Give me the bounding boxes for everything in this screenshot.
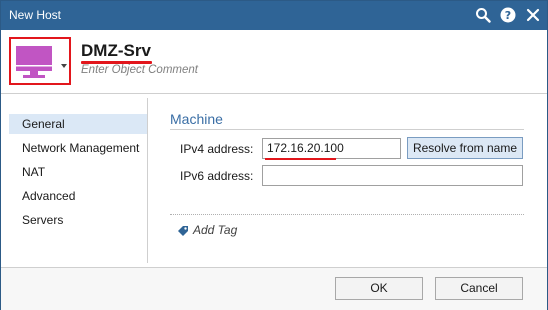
chevron-down-icon[interactable]	[60, 56, 68, 74]
sidebar-item-label: Servers	[22, 213, 64, 227]
sidebar-item-label: NAT	[22, 165, 46, 179]
ok-button[interactable]: OK	[335, 277, 423, 300]
ipv4-input[interactable]: 172.16.20.100	[262, 138, 401, 159]
tag-divider	[170, 214, 524, 215]
host-monitor-icon	[15, 45, 53, 84]
search-icon[interactable]	[475, 7, 491, 23]
new-host-dialog: New Host ? DMZ-Srv Enter Object Comment …	[0, 0, 548, 310]
close-icon[interactable]	[525, 7, 541, 23]
sidebar-item-servers[interactable]: Servers	[9, 210, 147, 230]
sidebar-item-label: Network Management	[22, 141, 140, 155]
ipv4-label: IPv4 address:	[180, 142, 254, 156]
sidebar-item-nat[interactable]: NAT	[9, 162, 147, 182]
dialog-footer: OK Cancel	[1, 267, 547, 310]
sidebar-item-general[interactable]: General	[9, 114, 147, 134]
ipv6-input[interactable]	[262, 165, 523, 186]
sidebar-item-label: Advanced	[22, 189, 76, 203]
tag-icon[interactable]	[177, 224, 189, 236]
title-bar[interactable]: New Host ?	[1, 1, 547, 30]
window-title: New Host	[9, 8, 62, 22]
sidebar-item-network-management[interactable]: Network Management	[9, 138, 147, 158]
ipv6-label: IPv6 address:	[180, 169, 254, 183]
object-header: DMZ-Srv Enter Object Comment	[1, 30, 547, 93]
svg-text:?: ?	[505, 9, 511, 22]
add-tag-link[interactable]: Add Tag	[193, 223, 237, 237]
section-divider	[170, 129, 524, 130]
sidebar-nav: General Network Management NAT Advanced …	[6, 98, 148, 263]
object-comment-field[interactable]: Enter Object Comment	[81, 64, 198, 76]
cancel-button[interactable]: Cancel	[435, 277, 523, 300]
resolve-from-name-button[interactable]: Resolve from name	[407, 137, 523, 159]
object-name[interactable]: DMZ-Srv	[81, 41, 151, 61]
object-icon-selector[interactable]	[9, 37, 71, 85]
dialog-body: General Network Management NAT Advanced …	[1, 93, 547, 268]
help-icon[interactable]: ?	[500, 7, 516, 23]
section-title: Machine	[170, 111, 223, 127]
sidebar-item-label: General	[22, 117, 65, 131]
ipv4-highlight-underline	[265, 158, 336, 160]
sidebar-item-advanced[interactable]: Advanced	[9, 186, 147, 206]
